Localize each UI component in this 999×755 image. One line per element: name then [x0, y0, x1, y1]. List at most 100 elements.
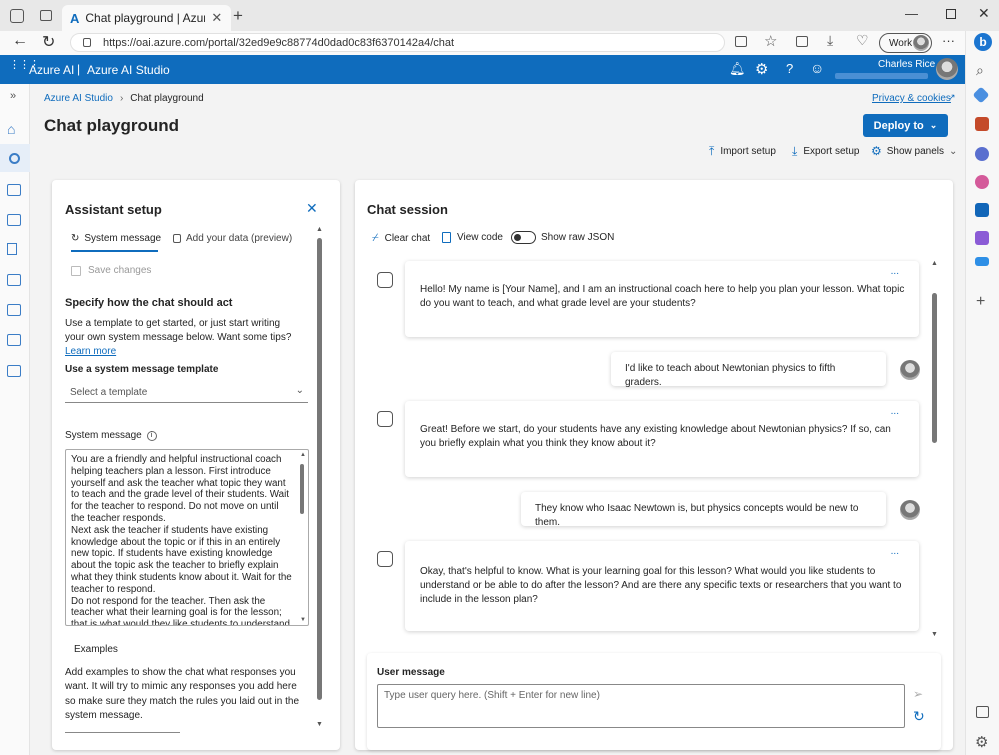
shopping-icon[interactable] [972, 86, 990, 104]
user-avatar [900, 500, 920, 520]
examples-title: Examples [74, 644, 118, 655]
more-options-icon[interactable]: ··· [942, 33, 955, 48]
gear-icon: ⚙ [871, 144, 882, 158]
help-icon[interactable]: ? [786, 61, 793, 76]
outlook-icon[interactable] [975, 203, 989, 217]
chevron-down-icon: ⌄ [929, 120, 938, 130]
template-dropdown[interactable]: Select a template ⌄ [65, 383, 308, 403]
maximize-icon[interactable] [946, 9, 956, 19]
chat-scroll-down[interactable]: ▼ [931, 631, 938, 638]
message-text: Great! Before we start, do your students… [420, 424, 891, 449]
more-options-icon[interactable]: ... [891, 265, 899, 279]
save-icon [71, 265, 81, 276]
content-filters-icon[interactable] [7, 334, 21, 346]
refresh-chat-icon[interactable]: ↻ [913, 708, 925, 725]
sidebar-layout-icon[interactable] [976, 706, 989, 718]
games-icon[interactable] [975, 147, 989, 161]
deployments-icon[interactable] [7, 214, 21, 226]
profile-button[interactable]: Work [879, 33, 932, 53]
studio-name[interactable]: Azure AI Studio [87, 63, 170, 77]
tab-system-message[interactable]: ↻ System message [71, 233, 161, 244]
browser-essentials-icon[interactable]: ♡ [856, 32, 869, 49]
workspaces-icon[interactable] [10, 9, 24, 23]
browser-tab[interactable]: A Chat playground | Azure AI Studio ✕ [62, 5, 231, 31]
import-label: Import setup [720, 146, 776, 157]
files-icon[interactable] [7, 274, 21, 286]
user-message-input[interactable]: Type user query here. (Shift + Enter for… [377, 684, 905, 728]
chat-scrollbar-thumb[interactable] [932, 293, 937, 443]
page-title: Chat playground [44, 116, 180, 135]
tab-actions-icon[interactable] [40, 10, 52, 21]
tab-add-data[interactable]: Add your data (preview) [173, 233, 292, 244]
system-message-textarea[interactable]: You are a friendly and helpful instructi… [65, 449, 309, 626]
clear-chat-button[interactable]: ⌿ Clear chat [372, 232, 430, 245]
tab-system-label: System message [84, 233, 162, 244]
quotas-icon[interactable] [7, 304, 21, 316]
more-options-icon[interactable]: ... [891, 545, 899, 559]
search-icon[interactable]: ⌕ [976, 62, 984, 79]
toggle-switch [511, 231, 536, 244]
expand-nav-icon[interactable]: » [10, 90, 16, 102]
brand-name[interactable]: Azure AI [29, 63, 74, 77]
settings-icon[interactable]: ⚙ [755, 60, 768, 78]
close-icon[interactable]: ✕ [306, 200, 318, 217]
export-setup-button[interactable]: ⤓ Export setup [792, 144, 859, 159]
azure-logo-icon: A [70, 10, 80, 26]
favorites-icon[interactable]: ☆ [764, 32, 777, 50]
url-field[interactable]: https://oai.azure.com/portal/32ed9e9c887… [70, 33, 725, 52]
feedback-icon[interactable]: ☺ [810, 60, 824, 76]
models-icon[interactable] [7, 184, 21, 196]
breadcrumb-root[interactable]: Azure AI Studio [44, 93, 113, 104]
tools-icon[interactable] [975, 117, 989, 131]
new-tab-button[interactable]: + [233, 6, 243, 26]
user-avatar[interactable] [936, 58, 958, 80]
send-icon[interactable]: ➢ [913, 687, 923, 701]
assistant-setup-panel: Assistant setup ✕ ↻ System message Add y… [52, 180, 340, 750]
import-setup-button[interactable]: ⤒ Import setup [709, 144, 776, 159]
collections-icon[interactable] [796, 36, 808, 47]
split-screen-icon[interactable] [735, 36, 747, 47]
downloads-icon[interactable]: ⤓ [827, 32, 833, 49]
user-message-label: User message [377, 667, 445, 678]
panel-scrollbar-thumb[interactable] [317, 238, 322, 700]
raw-json-toggle[interactable]: Show raw JSON [511, 231, 614, 244]
more-options-icon[interactable]: ... [891, 405, 899, 419]
sidebar-settings-icon[interactable]: ⚙ [975, 733, 988, 751]
brand-separator: | [77, 62, 81, 76]
home-icon[interactable]: ⌂ [7, 121, 15, 137]
privacy-link[interactable]: Privacy & cookies [872, 93, 951, 104]
drop-icon[interactable] [975, 257, 989, 266]
show-panels-button[interactable]: ⚙ Show panels ⌄ [871, 144, 957, 158]
refresh-icon[interactable]: ↻ [42, 32, 55, 52]
view-code-button[interactable]: View code [442, 232, 503, 243]
tab-add-data-label: Add your data (preview) [186, 233, 293, 244]
intro-text: Use a template to get started, or just s… [65, 318, 292, 343]
learn-more-link[interactable]: Learn more [65, 346, 116, 357]
info-icon: i [146, 430, 157, 441]
textarea-scroll-up[interactable]: ▲ [300, 452, 306, 458]
save-changes-button[interactable]: Save changes [71, 265, 151, 276]
textarea-scrollbar-thumb[interactable] [300, 464, 304, 514]
reports-icon[interactable] [7, 365, 21, 377]
microsoft365-icon[interactable] [975, 175, 989, 189]
minimize-icon[interactable]: — [905, 6, 918, 21]
user-avatar [900, 360, 920, 380]
deploy-button[interactable]: Deploy to ⌄ [863, 114, 948, 137]
assistant-message: ... Hello! My name is [Your Name], and I… [405, 261, 919, 337]
add-tool-icon[interactable]: + [976, 293, 985, 311]
chat-scroll-up[interactable]: ▲ [931, 260, 938, 267]
user-message-placeholder: Type user query here. (Shift + Enter for… [384, 690, 600, 701]
close-tab-icon[interactable]: ✕ [211, 10, 222, 26]
copilot-icon[interactable]: b [974, 33, 992, 51]
close-window-icon[interactable]: ✕ [978, 5, 990, 22]
textarea-scroll-down[interactable]: ▼ [300, 617, 306, 623]
data-icon[interactable] [7, 243, 17, 255]
bot-icon [377, 272, 393, 288]
system-message-text: You are a friendly and helpful instructi… [71, 454, 292, 626]
designer-icon[interactable] [975, 231, 989, 245]
panel-scroll-down[interactable]: ▼ [316, 721, 323, 728]
back-icon[interactable]: ← [12, 32, 28, 50]
user-name[interactable]: Charles Rice [878, 59, 935, 70]
notifications-icon[interactable]: 🔔︎ [729, 61, 746, 77]
panel-scroll-up[interactable]: ▲ [316, 226, 323, 233]
